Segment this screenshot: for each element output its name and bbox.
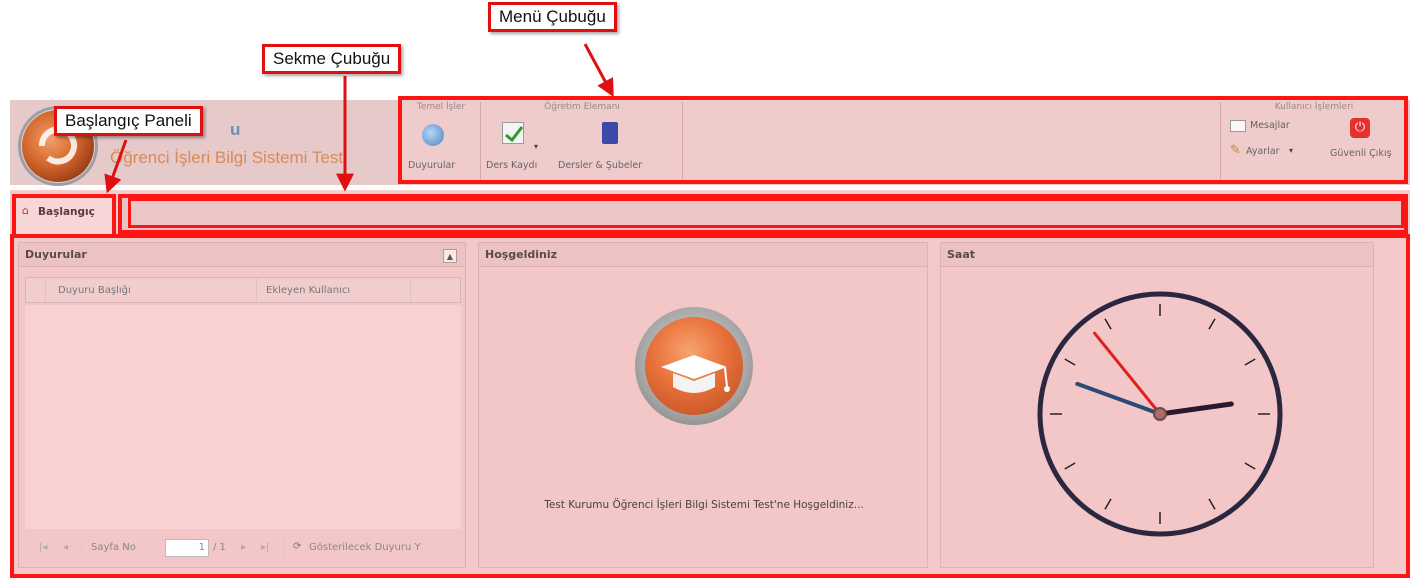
column-header-title[interactable]: Duyuru Başlığı [58, 285, 131, 296]
announcements-panel-title: Duyurular [19, 243, 465, 267]
clock-center [1153, 407, 1167, 421]
column-header-user[interactable]: Ekleyen Kullanıcı [266, 285, 350, 296]
clock-tick [1064, 358, 1076, 366]
announcements-pager: |◂ ◂ Sayfa No 1 / 1 ▸ ▸| ⟳ Gösterilecek … [25, 537, 461, 561]
last-page-icon[interactable]: ▸| [261, 542, 269, 553]
collapse-icon[interactable]: ▲ [443, 249, 457, 263]
welcome-message: Test Kurumu Öğrenci İşleri Bilgi Sistemi… [544, 499, 864, 511]
clock-tick [1104, 498, 1112, 510]
clock-tick [1244, 462, 1256, 470]
page-total: / 1 [213, 542, 226, 553]
pager-separator [81, 540, 82, 556]
refresh-icon[interactable]: ⟳ [293, 541, 301, 552]
announcements-panel: Duyurular ▲ Duyuru Başlığı Ekleyen Kulla… [18, 242, 466, 568]
clock-tick [1244, 358, 1256, 366]
analog-clock [1037, 291, 1283, 537]
callout-tab-bar: Sekme Çubuğu [262, 44, 402, 74]
column-separator [256, 278, 257, 302]
menu-bar-arrow [583, 43, 614, 98]
welcome-panel-title: Hoşgeldiniz [479, 243, 927, 267]
page-number-input[interactable]: 1 [165, 539, 209, 557]
announcements-grid-header: Duyuru Başlığı Ekleyen Kullanıcı [25, 277, 461, 303]
welcome-panel: Hoşgeldiniz Test Kurumu Öğrenci İşleri B… [478, 242, 928, 568]
first-page-icon[interactable]: |◂ [39, 542, 47, 553]
graduation-cap-icon [635, 307, 753, 425]
prev-page-icon[interactable]: ◂ [63, 542, 68, 553]
grid-row-number-header [26, 278, 46, 302]
next-page-icon[interactable]: ▸ [241, 542, 246, 553]
clock-tick [1064, 462, 1076, 470]
clock-tick [1208, 318, 1216, 330]
callout-arrows [104, 43, 614, 194]
hour-hand [1157, 401, 1234, 417]
announcements-grid-body [25, 305, 461, 529]
pager-status: Gösterilecek Duyuru Y [309, 542, 421, 553]
clock-tick [1208, 498, 1216, 510]
clock-tick [1104, 318, 1112, 330]
clock-panel: Saat [940, 242, 1374, 568]
clock-panel-title: Saat [941, 243, 1373, 267]
start-panel-arrow [104, 139, 128, 194]
callout-menu-bar: Menü Çubuğu [488, 2, 617, 32]
pager-separator [283, 540, 284, 556]
column-separator [410, 278, 411, 302]
page-label: Sayfa No [91, 542, 136, 553]
callout-start-panel: Başlangıç Paneli [54, 106, 203, 136]
